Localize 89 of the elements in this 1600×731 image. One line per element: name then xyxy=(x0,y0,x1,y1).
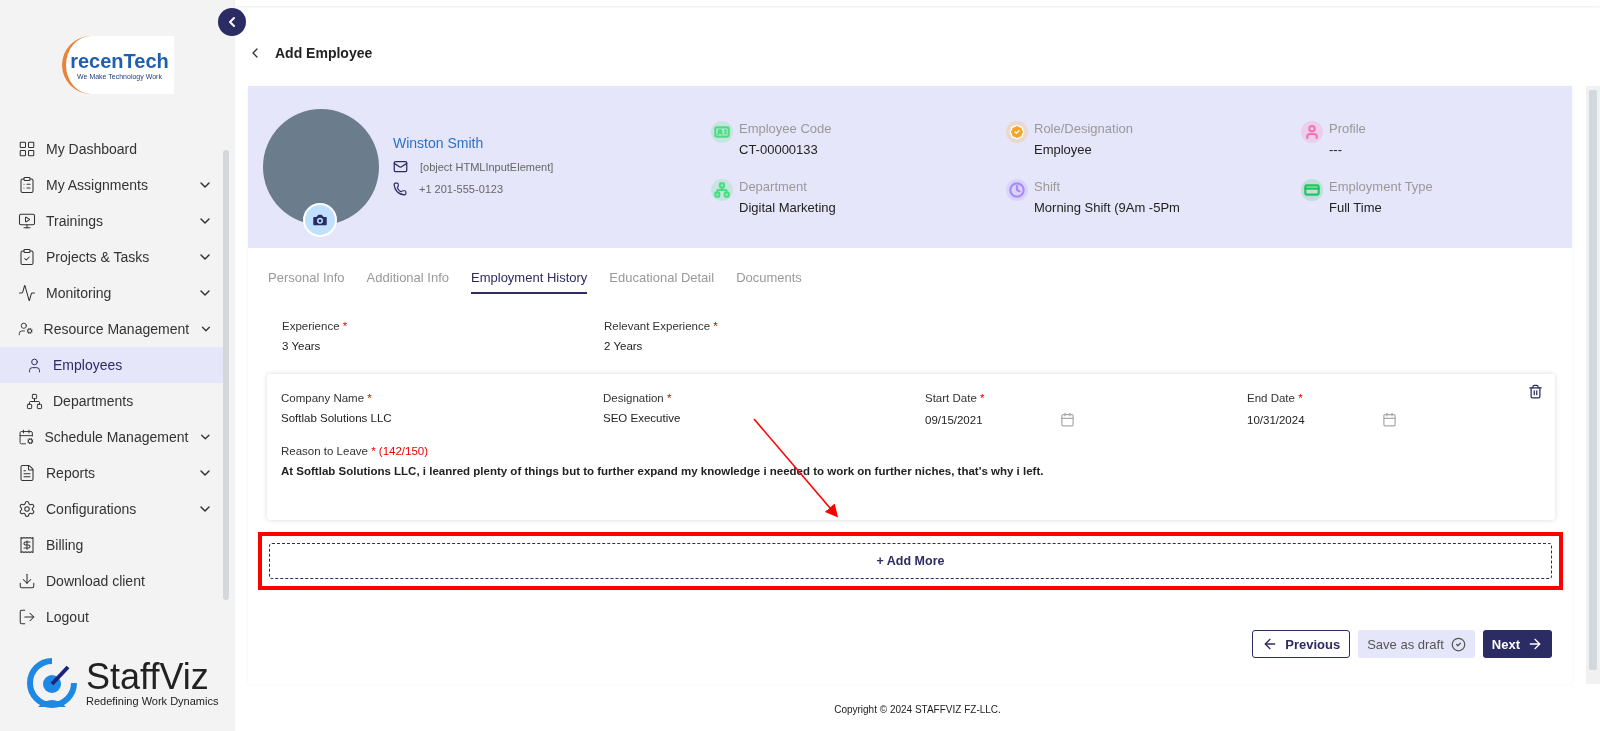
date-value[interactable]: 09/15/2021 xyxy=(925,413,983,426)
scrollbar[interactable] xyxy=(1586,86,1600,684)
employee-name: Winston Smith xyxy=(393,135,485,151)
logo-brand: recenTech xyxy=(70,50,169,73)
person-icon xyxy=(26,356,43,374)
info-label: Employee Code xyxy=(739,121,832,136)
field-label: Company Name * xyxy=(281,392,373,404)
check-circle-icon xyxy=(1450,636,1466,652)
hierarchy-icon xyxy=(26,392,43,410)
dashboard-icon xyxy=(18,140,36,158)
sidebar-item-label: Resource Management xyxy=(43,321,190,337)
sidebar-item[interactable]: Download client xyxy=(0,563,223,599)
sidebar-item-label: My Dashboard xyxy=(46,141,139,157)
clipboard-list-icon xyxy=(18,176,36,194)
page-title: Add Employee xyxy=(275,45,373,61)
sidebar-item-label: Monitoring xyxy=(46,285,113,301)
field-value[interactable]: 3 Years xyxy=(282,340,604,352)
arrow-right-icon xyxy=(1527,636,1543,652)
sidebar-item[interactable]: My Assignments xyxy=(0,167,223,203)
sidebar-item[interactable]: Schedule Management xyxy=(0,419,223,455)
field-label: Relevant Experience * xyxy=(604,320,719,332)
sidebar-item[interactable]: Trainings xyxy=(0,203,223,239)
gear-icon xyxy=(18,500,36,518)
sidebar-item-label: Schedule Management xyxy=(44,429,189,445)
sidebar-item[interactable]: Reports xyxy=(0,455,223,491)
tab[interactable]: Employment History xyxy=(471,270,588,294)
info-value: Employee xyxy=(1034,142,1093,157)
download-icon xyxy=(18,572,36,590)
sidebar-item-label: Departments xyxy=(53,393,135,409)
sidebar-item-label: Logout xyxy=(46,609,90,625)
add-more-button[interactable]: + Add More xyxy=(269,543,1552,579)
logout-icon xyxy=(18,608,36,626)
sidebar-item[interactable]: Monitoring xyxy=(0,275,223,311)
field-label: Reason to Leave * (142/150) xyxy=(281,445,430,457)
sidebar-item[interactable]: Billing xyxy=(0,527,223,563)
info-value: Digital Marketing xyxy=(739,200,836,215)
field-label: End Date * xyxy=(1247,392,1304,404)
scrollbar-thumb[interactable] xyxy=(1589,90,1597,670)
next-button[interactable]: Next xyxy=(1482,630,1552,658)
info-value: Full Time xyxy=(1329,200,1383,215)
calendar-gear-icon xyxy=(18,428,35,446)
sidebar-item-label: Billing xyxy=(46,537,85,553)
clipboard-check-icon xyxy=(18,248,36,266)
sidebar-item-label: Employees xyxy=(53,357,124,373)
info-label: Employment Type xyxy=(1329,179,1433,194)
field-value[interactable]: 2 Years xyxy=(604,340,926,352)
info-label: Role/Designation xyxy=(1034,121,1133,136)
footer-logo-tagline: Redefining Work Dynamics xyxy=(86,695,219,707)
copyright-text: Copyright © 2024 STAFFVIZ FZ-LLC. xyxy=(833,702,1002,717)
field-label: Experience * xyxy=(282,320,349,332)
delete-icon[interactable] xyxy=(1528,384,1543,399)
sidebar-item-label: Configurations xyxy=(46,501,138,517)
info-label: Shift xyxy=(1034,179,1061,194)
sidebar-item-label: My Assignments xyxy=(46,177,149,193)
field-label: Start Date * xyxy=(925,392,986,404)
save-draft-button[interactable]: Save as draft xyxy=(1358,630,1475,658)
sidebar-item-label: Trainings xyxy=(46,213,105,229)
footer-logo-brand: StaffViz xyxy=(86,659,210,695)
sidebar-subitem[interactable]: Departments xyxy=(0,383,223,419)
sidebar-item[interactable]: Projects & Tasks xyxy=(0,239,223,275)
info-value: --- xyxy=(1329,142,1343,157)
mail-icon xyxy=(393,159,408,174)
sidebar-subitem[interactable]: Employees xyxy=(0,347,223,383)
info-value: Morning Shift (9Am -5Pm xyxy=(1034,200,1180,215)
field-value[interactable]: SEO Executive xyxy=(603,412,925,424)
document-icon xyxy=(18,464,36,482)
employee-email: [object HTMLInputElement] xyxy=(420,160,554,173)
sidebar-item-label: Projects & Tasks xyxy=(46,249,151,265)
date-value[interactable]: 10/31/2024 xyxy=(1247,413,1305,426)
sidebar-item-label: Download client xyxy=(46,573,146,589)
sidebar-item[interactable]: Resource Management xyxy=(0,311,223,347)
field-label: Designation * xyxy=(603,392,673,404)
field-value[interactable]: Softlab Solutions LLC xyxy=(281,412,603,424)
info-label: Department xyxy=(739,179,808,194)
camera-icon[interactable] xyxy=(303,203,337,237)
staffviz-logo-icon xyxy=(24,657,80,709)
phone-icon xyxy=(393,182,407,196)
video-player-icon xyxy=(18,212,36,230)
sidebar-item-label: Reports xyxy=(46,465,97,481)
receipt-icon xyxy=(18,536,36,554)
pulse-chart-icon xyxy=(18,284,36,302)
sidebar-item[interactable]: My Dashboard xyxy=(0,131,223,167)
previous-button[interactable]: Previous xyxy=(1252,630,1351,658)
info-label: Profile xyxy=(1329,121,1366,136)
user-gear-icon xyxy=(18,320,34,338)
sidebar-item[interactable]: Logout xyxy=(0,599,223,635)
employee-phone: +1 201-555-0123 xyxy=(419,183,504,195)
sidebar-item[interactable]: Configurations xyxy=(0,491,223,527)
info-value: CT-00000133 xyxy=(739,142,819,157)
